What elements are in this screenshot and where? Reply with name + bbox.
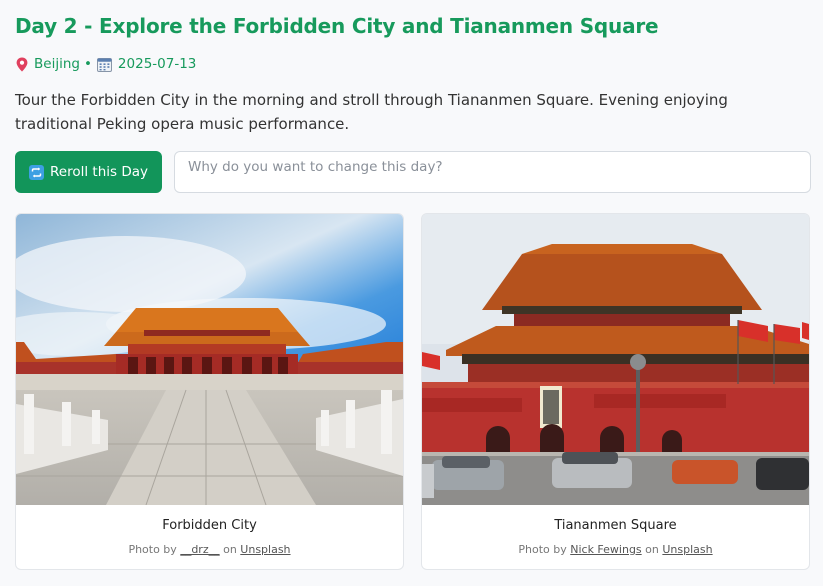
reroll-reason-input[interactable] (174, 151, 811, 193)
unsplash-link[interactable]: Unsplash (240, 543, 290, 556)
credit-prefix: Photo by (518, 543, 567, 556)
photo-credit: Photo by Nick Fewings on Unsplash (422, 543, 809, 556)
forbidden-city-photo (16, 214, 403, 505)
credit-mid: on (645, 543, 659, 556)
meta-separator: • (83, 56, 92, 72)
map-pin-icon (16, 57, 28, 72)
day-itinerary: Day 2 - Explore the Forbidden City and T… (0, 0, 823, 586)
credit-mid: on (223, 543, 237, 556)
photo-credit: Photo by __drz__ on Unsplash (16, 543, 403, 556)
credit-prefix: Photo by (128, 543, 177, 556)
tiananmen-square-photo (422, 214, 809, 505)
calendar-icon (96, 57, 112, 72)
reroll-day-button[interactable]: Reroll this Day (15, 151, 162, 193)
date-text: 2025-07-13 (117, 56, 197, 72)
reroll-button-label: Reroll this Day (50, 164, 148, 180)
photographer-link[interactable]: Nick Fewings (570, 543, 641, 556)
unsplash-link[interactable]: Unsplash (662, 543, 712, 556)
photo-card-tiananmen-square: Tiananmen Square Photo by Nick Fewings o… (421, 213, 810, 570)
photo-card-forbidden-city: Forbidden City Photo by __drz__ on Unspl… (15, 213, 404, 570)
repeat-icon (29, 164, 45, 180)
day-description: Tour the Forbidden City in the morning a… (15, 91, 728, 133)
day-meta: Beijing • 2025-07-13 (16, 56, 196, 72)
card-caption: Tiananmen Square (554, 518, 677, 533)
photographer-link[interactable]: __drz__ (180, 543, 219, 556)
card-caption: Forbidden City (162, 518, 257, 533)
day-title: Day 2 - Explore the Forbidden City and T… (15, 14, 659, 38)
location-text: Beijing (34, 56, 80, 72)
